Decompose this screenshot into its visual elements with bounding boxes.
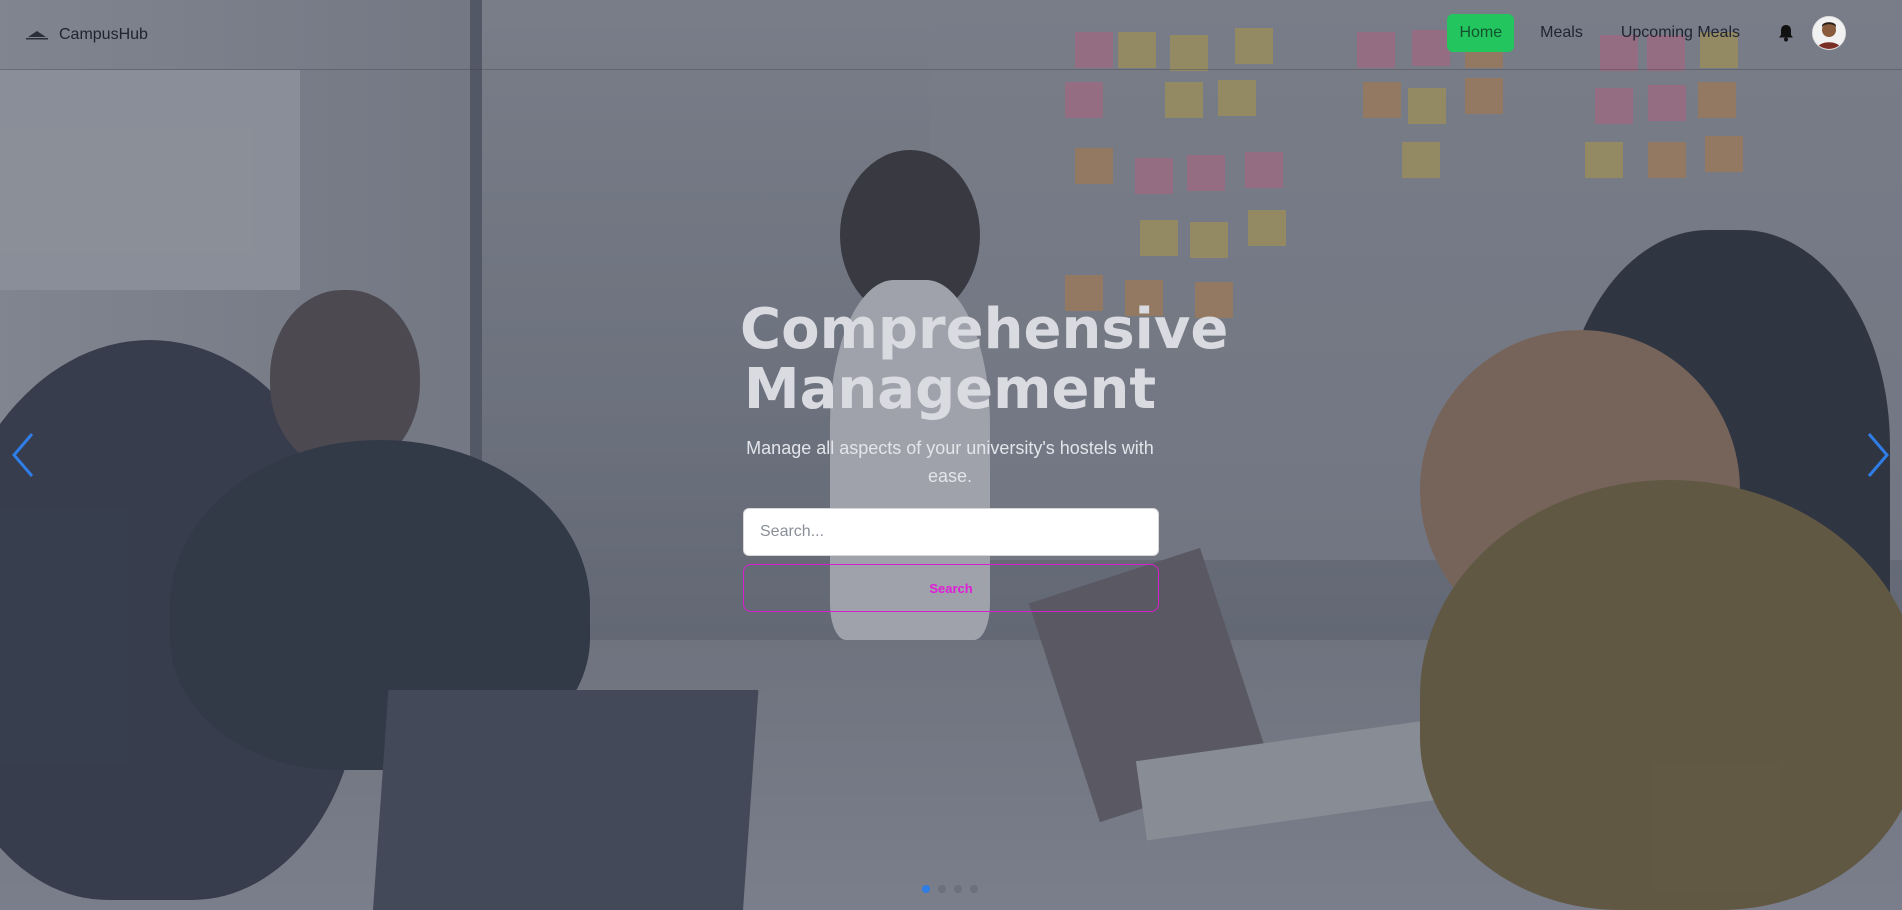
nav-link-meals[interactable]: Meals [1528, 14, 1595, 52]
carousel-dot[interactable] [922, 885, 930, 893]
nav-link-upcoming-meals[interactable]: Upcoming Meals [1609, 14, 1752, 52]
carousel-dot[interactable] [970, 885, 978, 893]
chevron-right-icon[interactable] [1863, 430, 1893, 480]
bell-icon-glyph [1779, 25, 1793, 42]
nav-link-home[interactable]: Home [1447, 14, 1515, 52]
chevron-right-glyph [1867, 433, 1889, 477]
avatar-image [1813, 17, 1845, 49]
hero-subtitle: Manage all aspects of your university's … [746, 438, 1154, 486]
navbar: CampusHub Home Meals Upcoming Meals [0, 0, 1902, 70]
carousel-dot[interactable] [954, 885, 962, 893]
carousel-dot[interactable] [938, 885, 946, 893]
chevron-left-icon[interactable] [8, 430, 38, 480]
hero-title: Comprehensive Management [740, 300, 1228, 422]
hero-content: Comprehensive Management Manage all aspe… [740, 300, 1228, 612]
hero-title-line1: Comprehensive [740, 297, 1229, 362]
bell-icon[interactable] [1776, 23, 1796, 43]
search-button[interactable]: Search [743, 564, 1159, 612]
brand-name: CampusHub [59, 25, 148, 43]
search-input[interactable] [743, 508, 1159, 556]
avatar[interactable] [1812, 16, 1846, 50]
nav-links: Home Meals Upcoming Meals [1433, 14, 1846, 52]
carousel-indicators [922, 885, 986, 893]
chevron-left-glyph [12, 433, 34, 477]
brand[interactable]: CampusHub [24, 26, 148, 44]
hat-logo-icon [26, 30, 48, 39]
hero-title-line2: Management [743, 357, 1157, 422]
